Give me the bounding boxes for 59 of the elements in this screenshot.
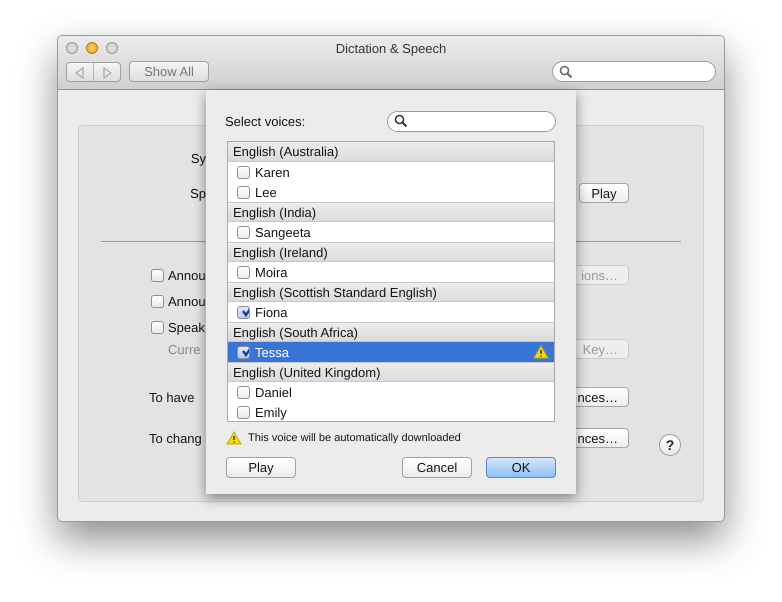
- show-all-button[interactable]: Show All: [129, 61, 209, 82]
- help-button[interactable]: ?: [659, 434, 681, 456]
- checkbox[interactable]: [151, 320, 164, 334]
- voice-name: Lee: [255, 184, 278, 200]
- voice-row[interactable]: Emily: [228, 402, 554, 421]
- checkbox[interactable]: [151, 268, 164, 282]
- group-header: English (Ireland): [228, 242, 554, 262]
- voice-name: Daniel: [255, 384, 293, 400]
- setting-label: To have: [149, 390, 195, 404]
- voice-name: Karen: [255, 164, 291, 180]
- search-field[interactable]: [552, 61, 716, 82]
- voice-row[interactable]: Karen: [228, 162, 554, 182]
- voice-name: Emily: [255, 404, 288, 420]
- checkbox[interactable]: [237, 226, 250, 238]
- voice-row[interactable]: Fiona: [228, 302, 554, 322]
- group-header: English (South Africa): [228, 322, 554, 342]
- push-button[interactable]: OK: [486, 457, 556, 478]
- group-header: English (Scottish Standard English): [228, 282, 554, 302]
- voice-row[interactable]: Lee: [228, 182, 554, 202]
- setting-label: Sy: [190, 150, 206, 166]
- window-title: Dictation & Speech: [336, 40, 446, 56]
- voice-row[interactable]: Sangeeta: [228, 222, 554, 242]
- voice-name: Moira: [255, 264, 289, 280]
- push-button[interactable]: Play: [579, 183, 629, 203]
- voice-search-field[interactable]: [387, 110, 556, 132]
- checkbox[interactable]: [237, 406, 250, 418]
- voice-row[interactable]: Daniel: [228, 382, 554, 402]
- checkbox[interactable]: [237, 346, 250, 358]
- checkbox-label: Annou: [168, 294, 206, 308]
- close-button[interactable]: [66, 42, 78, 54]
- checkbox[interactable]: [237, 386, 250, 398]
- checkbox-label: Annou: [168, 268, 206, 282]
- sheet-title: Select voices:: [225, 114, 306, 128]
- minimize-button[interactable]: [86, 42, 98, 54]
- setting-label: Sp: [190, 186, 206, 200]
- voice-name: Sangeeta: [255, 224, 312, 240]
- group-header: English (United Kingdom): [228, 362, 554, 382]
- checkbox[interactable]: [151, 294, 164, 308]
- checkbox[interactable]: [237, 186, 250, 198]
- warning-icon: [226, 431, 242, 445]
- push-button[interactable]: Play: [226, 457, 296, 478]
- checkbox-label: Speak: [168, 320, 205, 334]
- search-icon: [559, 64, 573, 78]
- voice-name: Fiona: [255, 304, 289, 320]
- setting-label: Curre: [168, 342, 201, 356]
- download-note: This voice will be automatically downloaded: [248, 432, 461, 444]
- checkbox[interactable]: [237, 266, 250, 278]
- group-header: English (India): [228, 202, 554, 222]
- voice-row[interactable]: Tessa: [228, 342, 554, 362]
- checkbox[interactable]: [237, 166, 250, 178]
- voice-row[interactable]: Moira: [228, 262, 554, 282]
- setting-label: To chang: [149, 430, 202, 446]
- back-forward-control[interactable]: [66, 62, 121, 82]
- zoom-button[interactable]: [106, 42, 118, 54]
- group-header: English (Australia): [228, 142, 554, 162]
- checkbox[interactable]: [237, 306, 250, 318]
- voice-name: Tessa: [255, 344, 290, 360]
- push-button[interactable]: Cancel: [402, 457, 472, 478]
- search-icon: [394, 114, 408, 128]
